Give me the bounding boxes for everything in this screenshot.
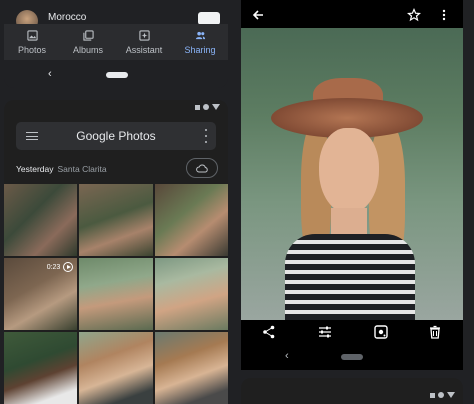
app-title: Google Photos bbox=[76, 129, 156, 143]
photos-icon bbox=[26, 29, 38, 41]
photo-thumbnail[interactable] bbox=[4, 332, 78, 404]
photo-thumbnail[interactable] bbox=[4, 184, 78, 256]
status-bar-icons bbox=[430, 392, 455, 398]
nav-sharing-label: Sharing bbox=[184, 44, 216, 55]
sharing-list-row[interactable]: Morocco bbox=[4, 0, 228, 32]
photo-subject-shirt bbox=[285, 234, 415, 320]
play-icon bbox=[63, 262, 74, 272]
viewer-system-navigation: ‹ bbox=[241, 344, 463, 370]
circle-status-icon bbox=[203, 104, 209, 110]
system-back-button[interactable]: ‹ bbox=[285, 350, 289, 362]
overflow-menu-icon[interactable] bbox=[204, 129, 208, 143]
nav-albums[interactable]: Albums bbox=[60, 24, 116, 60]
signal-status-icon bbox=[212, 104, 220, 110]
nav-albums-label: Albums bbox=[72, 44, 103, 55]
nav-photos-label: Photos bbox=[17, 44, 47, 55]
country-name: Morocco bbox=[48, 12, 87, 23]
back-arrow-icon[interactable] bbox=[251, 8, 265, 22]
nav-photos[interactable]: Photos bbox=[4, 24, 60, 60]
date-header: Yesterday Santa Clarita bbox=[16, 164, 107, 174]
photo-thumbnail[interactable] bbox=[79, 184, 153, 256]
square-status-icon bbox=[430, 392, 435, 398]
sharing-screen: Morocco Photos Albums Assistant Sharing … bbox=[4, 0, 228, 88]
photo-grid: 0:23 bbox=[4, 184, 228, 404]
photo-thumbnail[interactable] bbox=[154, 258, 228, 330]
photo-thumbnail[interactable] bbox=[154, 184, 228, 256]
full-photo[interactable] bbox=[241, 28, 463, 320]
system-back-button[interactable]: ‹ bbox=[48, 68, 52, 80]
share-icon[interactable] bbox=[261, 324, 277, 340]
photo-subject-face bbox=[319, 128, 379, 214]
video-badge: 0:23 bbox=[47, 262, 74, 272]
system-home-pill[interactable] bbox=[341, 354, 363, 360]
date-label: Yesterday bbox=[16, 164, 54, 174]
app-search-bar[interactable]: Google Photos bbox=[16, 122, 216, 150]
assistant-icon bbox=[138, 29, 150, 41]
video-duration: 0:23 bbox=[46, 263, 61, 271]
viewer-action-bar bbox=[241, 320, 463, 344]
sharing-icon bbox=[195, 31, 205, 39]
photo-thumbnail[interactable] bbox=[154, 332, 228, 404]
location-label: Santa Clarita bbox=[57, 164, 107, 174]
delete-trash-icon[interactable] bbox=[427, 324, 443, 340]
more-options-icon[interactable] bbox=[437, 8, 451, 22]
edit-adjust-icon[interactable] bbox=[317, 324, 333, 340]
circle-status-icon bbox=[438, 392, 444, 398]
nav-sharing[interactable]: Sharing bbox=[172, 24, 228, 60]
photos-grid-screen: Google Photos Yesterday Santa Clarita 0:2… bbox=[4, 100, 228, 404]
albums-icon bbox=[82, 29, 94, 41]
photo-thumbnail[interactable] bbox=[79, 332, 153, 404]
cloud-icon bbox=[196, 163, 208, 172]
photo-thumbnail[interactable] bbox=[79, 258, 153, 330]
bottom-navigation: Photos Albums Assistant Sharing bbox=[4, 24, 228, 60]
backup-button[interactable] bbox=[186, 158, 218, 178]
video-thumbnail[interactable]: 0:23 bbox=[4, 258, 78, 330]
second-phone-peek bbox=[241, 378, 463, 404]
favorite-star-icon[interactable] bbox=[407, 8, 421, 22]
system-home-pill[interactable] bbox=[106, 72, 128, 78]
photo-viewer-screen: ‹ bbox=[241, 0, 463, 370]
status-bar-icons bbox=[195, 104, 220, 110]
signal-status-icon bbox=[447, 392, 455, 398]
nav-assistant-label: Assistant bbox=[125, 44, 163, 55]
lens-icon[interactable] bbox=[373, 324, 389, 340]
system-navigation: ‹ bbox=[4, 60, 228, 88]
nav-assistant[interactable]: Assistant bbox=[116, 24, 172, 60]
square-status-icon bbox=[195, 104, 200, 110]
